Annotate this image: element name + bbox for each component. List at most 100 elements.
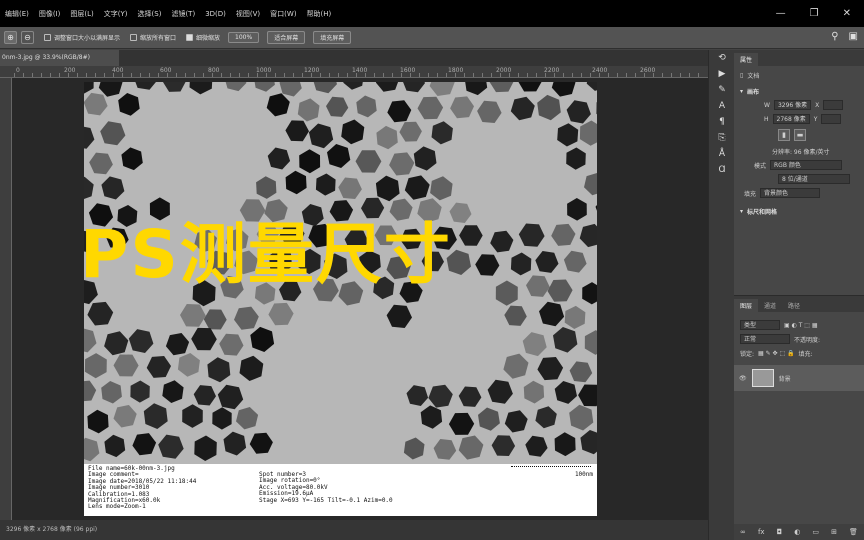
horizontal-ruler[interactable]: 0 200 400 600 800 1000 1200 1400 1600 1800 2000 220… [0, 66, 708, 78]
nanoparticle [504, 305, 527, 326]
nanoparticle [285, 170, 307, 195]
height-field[interactable]: 2768 像素 [772, 114, 810, 124]
rulers-grids-section[interactable]: ▾ 标尺和网格 [734, 204, 864, 218]
fill-select[interactable]: 背景颜色 [760, 188, 821, 198]
ruler-tick [185, 73, 186, 77]
menu-view[interactable]: 视图(V) [231, 9, 265, 19]
lock-row: 锁定: ▦ ✎ ✥ ⬚ 🔒 填充: [734, 346, 864, 360]
fill-screen-button[interactable]: 填充屏幕 [313, 31, 352, 44]
ruler-tick [293, 73, 294, 77]
ruler-tick [446, 73, 447, 77]
link-icon[interactable]: ∞ [740, 528, 746, 536]
width-field[interactable]: 3296 像素 [773, 100, 812, 110]
menu-edit[interactable]: 编辑(E) [0, 9, 34, 19]
group-icon[interactable]: ▭ [812, 528, 819, 536]
styles-icon[interactable]: Ɑ [709, 162, 735, 178]
nanoparticle [554, 432, 576, 457]
nanoparticle [551, 223, 576, 246]
menu-3d[interactable]: 3D(D) [200, 10, 231, 18]
ruler-tick [491, 73, 492, 77]
tab-properties[interactable]: 属性 [734, 53, 759, 66]
new-layer-icon[interactable]: ⊞ [831, 528, 837, 536]
nanoparticle [580, 430, 597, 455]
zoom-in-icon[interactable]: ⊕ [4, 31, 17, 44]
nanoparticle [267, 147, 291, 170]
canvas-area[interactable]: File name=60k-00nm-3.jpg Image comment= … [12, 78, 708, 520]
mask-icon[interactable]: ◘ [777, 528, 783, 536]
x-field[interactable] [823, 100, 844, 110]
nanoparticle [584, 330, 597, 355]
nanoparticle [510, 252, 532, 276]
menu-filter[interactable]: 滤镜(T) [166, 9, 200, 19]
menu-image[interactable]: 图像(I) [34, 9, 66, 19]
play-icon[interactable]: ▶ [709, 66, 735, 82]
width-row: W 3296 像素 X [734, 98, 864, 112]
nanoparticle [356, 95, 377, 118]
zoom-out-icon[interactable]: ⊖ [21, 31, 34, 44]
menu-window[interactable]: 窗口(W) [265, 9, 301, 19]
menu-type[interactable]: 文字(Y) [99, 9, 133, 19]
layer-background[interactable]: 👁 背景 [734, 365, 864, 391]
nanoparticle [399, 121, 422, 142]
clone-source-icon[interactable]: ⎘ [709, 130, 735, 146]
nanoparticle [487, 379, 513, 404]
paragraph-icon[interactable]: ¶ [709, 114, 735, 130]
nanoparticle [250, 326, 275, 352]
brush-settings-icon[interactable]: ✎ [709, 82, 735, 98]
maximize-button[interactable]: ❐ [805, 8, 824, 19]
nanoparticle [121, 147, 143, 171]
character-icon[interactable]: A [709, 98, 735, 114]
nanoparticle [254, 82, 275, 92]
layer-filter-select[interactable]: 类型 [740, 320, 780, 330]
doc-label: 文档 [747, 72, 760, 80]
scrubby-zoom-checkbox[interactable]: 细微缩放 [186, 33, 220, 42]
history-icon[interactable]: ⟲ [709, 50, 735, 66]
tab-layers[interactable]: 图层 [734, 299, 759, 312]
zoom-all-windows-checkbox[interactable]: 缩放所有窗口 [130, 33, 176, 42]
nanoparticle [225, 82, 247, 92]
nanoparticle [595, 204, 597, 211]
ruler-tick [419, 73, 420, 77]
nanoparticle [522, 332, 547, 357]
glyphs-icon[interactable]: Å [709, 146, 735, 162]
landscape-icon[interactable]: ▬ [794, 129, 806, 141]
tab-paths[interactable]: 路径 [782, 299, 806, 312]
ruler-label: 1000 [256, 67, 272, 74]
search-icon[interactable]: ⚲ [831, 31, 838, 42]
trash-icon[interactable]: 🗑 [849, 528, 858, 536]
resize-windows-checkbox[interactable]: 调整窗口大小以满屏显示 [44, 33, 120, 42]
nanoparticle [193, 385, 216, 406]
nanoparticle [256, 176, 277, 199]
mode-select[interactable]: RGB 颜色 [770, 160, 843, 170]
depth-row: 8 位/通道 [734, 172, 864, 186]
fit-screen-button[interactable]: 适合屏幕 [267, 31, 306, 44]
document-tab[interactable]: 0nm-3.jpg @ 33.9%(RGB/8#) [0, 50, 120, 66]
canvas-section[interactable]: ▾ 画布 [734, 84, 864, 98]
nanoparticle [327, 144, 351, 168]
ruler-tick [329, 73, 330, 77]
workspace-icon[interactable]: ▣ [849, 31, 858, 42]
close-button[interactable]: ✕ [838, 8, 856, 19]
layer-filter-row: 类型 ▣ ◐ T ⬚ ▦ [734, 318, 864, 332]
nanoparticle [162, 380, 184, 403]
y-field[interactable] [821, 114, 842, 124]
nanoparticle [579, 223, 597, 248]
ruler-tick [230, 73, 231, 77]
visibility-eye-icon[interactable]: 👁 [739, 375, 747, 382]
ruler-tick [320, 73, 321, 77]
blend-mode-select[interactable]: 正常 [740, 334, 790, 344]
nanoparticle [219, 333, 244, 356]
menu-help[interactable]: 帮助(H) [302, 9, 337, 19]
depth-select[interactable]: 8 位/通道 [778, 174, 850, 184]
minimize-button[interactable]: — [771, 8, 791, 19]
menu-layer[interactable]: 图层(L) [65, 9, 98, 19]
zoom-100-button[interactable]: 100% [228, 32, 260, 43]
filter-icons[interactable]: ▣ ◐ T ⬚ ▦ [784, 322, 818, 329]
vertical-ruler[interactable] [0, 78, 12, 520]
fx-icon[interactable]: fx [758, 528, 765, 536]
portrait-icon[interactable]: ▮ [778, 129, 790, 141]
menu-select[interactable]: 选择(S) [133, 9, 167, 19]
tab-channels[interactable]: 通道 [758, 299, 782, 312]
adjustment-icon[interactable]: ◐ [794, 528, 800, 536]
lock-icons[interactable]: ▦ ✎ ✥ ⬚ 🔒 [758, 350, 795, 357]
